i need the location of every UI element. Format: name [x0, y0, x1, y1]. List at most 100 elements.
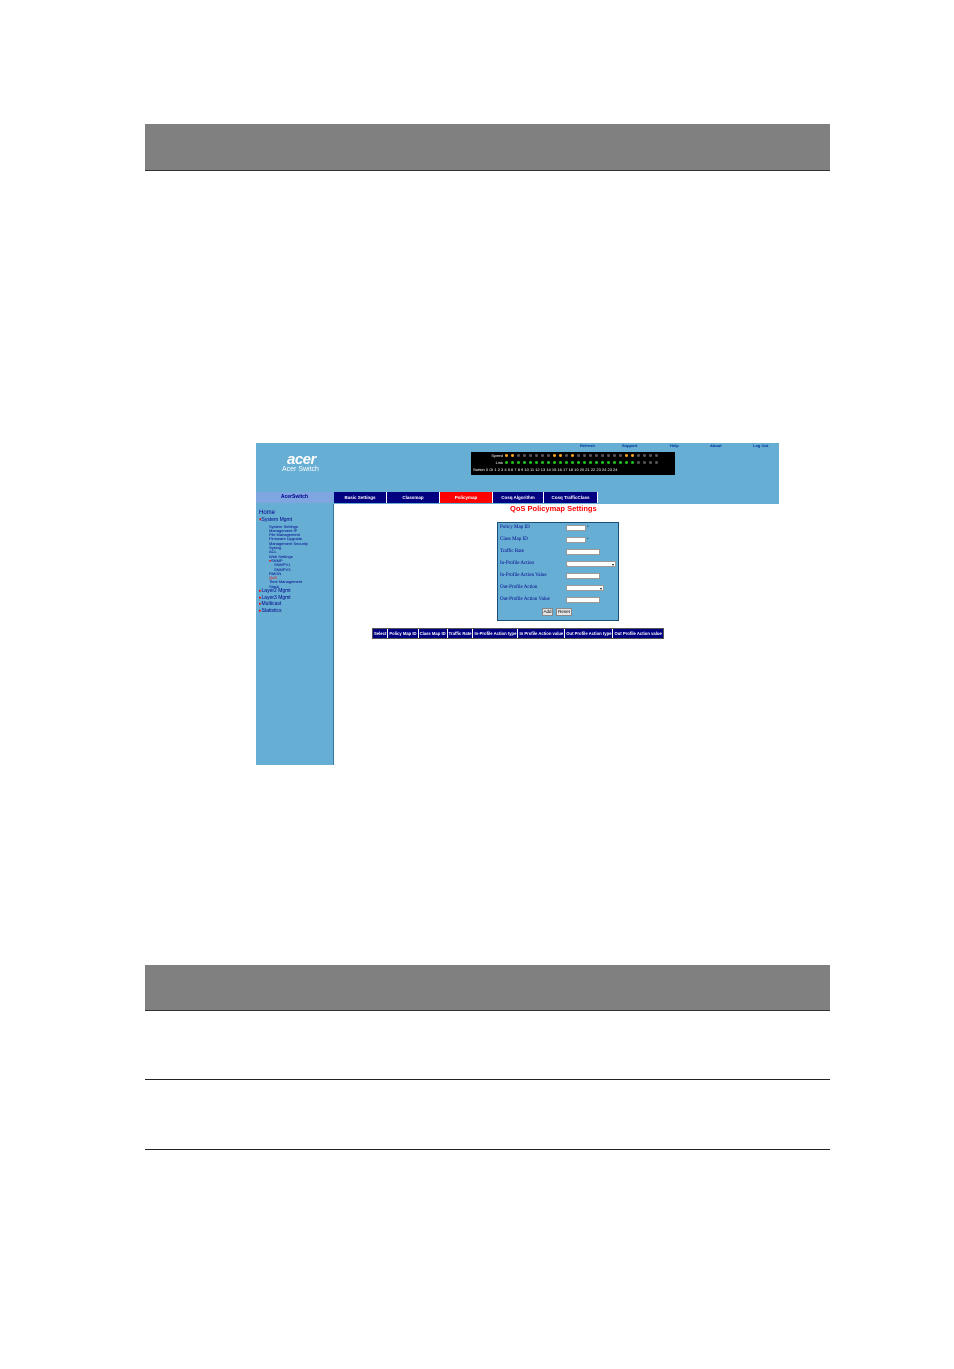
link-led: [523, 461, 526, 465]
speed-led: [589, 454, 592, 458]
column-header: In Profile Action value: [519, 629, 566, 638]
speed-led: [559, 454, 562, 458]
speed-led: [505, 454, 508, 458]
link-led: [565, 461, 568, 465]
in-profile-action-value-input[interactable]: [566, 573, 600, 579]
table-divider: [145, 1079, 830, 1080]
link-led: [517, 461, 520, 465]
tab-classmap[interactable]: Classmap: [387, 492, 440, 503]
port-numbers: 1 2 3 4 5 6 7 8 9 10 11 12 13 14 15 16 1…: [494, 467, 618, 472]
speed-led: [553, 454, 556, 458]
out-profile-action-value-input[interactable]: [566, 597, 600, 603]
link-led: [559, 461, 562, 465]
speed-led: [571, 454, 574, 458]
column-header: Select: [374, 629, 389, 638]
speed-leds: [505, 453, 661, 458]
speed-led: [643, 454, 646, 458]
in-profile-action-value-label: In-Profile Action Value: [500, 573, 547, 578]
sidebar-item-system-mgmt[interactable]: ▾System Mgmt: [259, 517, 292, 523]
speed-led: [637, 454, 640, 458]
link-led: [643, 461, 646, 465]
speed-led: [595, 454, 598, 458]
out-profile-action-value-label: Out-Profile Action Value: [500, 597, 550, 602]
link-led: [505, 461, 508, 465]
link-label: Link: [495, 460, 503, 465]
speed-led: [583, 454, 586, 458]
link-led: [553, 461, 556, 465]
speed-led: [631, 454, 634, 458]
speed-led: [625, 454, 628, 458]
speed-led: [523, 454, 526, 458]
column-header: Out Profile Action type: [566, 629, 614, 638]
policymap-form: Policy Map ID * Class Map ID * Traffic R…: [497, 522, 619, 621]
sidebar-item-layer2-mgmt[interactable]: ▸Layer2 Mgmt: [259, 588, 291, 594]
link-led: [619, 461, 622, 465]
help-link[interactable]: Help: [670, 443, 679, 451]
policy-map-id-input[interactable]: [566, 525, 586, 531]
speed-led: [565, 454, 568, 458]
link-led: [529, 461, 532, 465]
in-profile-action-value: -: [567, 562, 569, 567]
tab-cosq-algorithm[interactable]: Cosq Algorithm: [493, 492, 544, 503]
table-bottom-rule: [145, 1149, 830, 1150]
tab-policymap[interactable]: Policymap: [440, 492, 493, 503]
tab-basic-settings[interactable]: Basic Settings: [334, 492, 387, 503]
column-header: Policy Map ID: [389, 629, 419, 638]
out-profile-action-select[interactable]: ▾: [566, 585, 604, 591]
port-status-panel: Speed Link Switch 0 Gi 1 2 3 4 5 6 7 8 9…: [471, 452, 675, 475]
dropdown-arrow-icon: ▾: [611, 562, 614, 567]
about-link[interactable]: About: [710, 443, 722, 451]
in-profile-action-label: In-Profile Action: [500, 561, 535, 566]
link-led: [541, 461, 544, 465]
link-led: [613, 461, 616, 465]
reset-button[interactable]: Reset: [556, 608, 572, 616]
app-subtitle: Acer Switch: [282, 466, 319, 473]
add-button[interactable]: Add: [542, 608, 553, 616]
required-marker: *: [587, 524, 589, 529]
link-led: [589, 461, 592, 465]
speed-led: [547, 454, 550, 458]
speed-led: [541, 454, 544, 458]
logout-link[interactable]: Log Out: [753, 443, 768, 451]
in-profile-action-select[interactable]: - ▾: [566, 561, 616, 567]
policymap-screenshot: acer Acer Switch Refresh Support Help Ab…: [256, 443, 779, 765]
link-led: [595, 461, 598, 465]
refresh-link[interactable]: Refresh: [580, 443, 595, 451]
link-led: [607, 461, 610, 465]
link-led: [577, 461, 580, 465]
link-led: [655, 461, 658, 465]
tab-cosq-trafficclass[interactable]: Cosq TrafficClass: [544, 492, 598, 503]
policy-map-id-label: Policy Map ID: [500, 525, 530, 530]
sidebar-item-multicast[interactable]: ▸Multicast: [259, 601, 281, 607]
link-leds: [505, 460, 661, 465]
link-led: [631, 461, 634, 465]
link-led: [511, 461, 514, 465]
speed-led: [655, 454, 658, 458]
column-header: Out Profile Action value: [614, 631, 662, 636]
speed-led: [577, 454, 580, 458]
speed-led: [649, 454, 652, 458]
column-header: Traffic Rate: [448, 629, 474, 638]
link-led: [535, 461, 538, 465]
policymap-table-header: Select Policy Map ID Class Map ID Traffic R…: [372, 628, 664, 639]
column-header: Class Map ID: [419, 629, 448, 638]
link-led: [649, 461, 652, 465]
traffic-rate-input[interactable]: [566, 549, 600, 555]
link-led: [637, 461, 640, 465]
dropdown-arrow-icon: ▾: [599, 586, 602, 591]
sidebar-item-layer3-mgmt[interactable]: ▸Layer3 Mgmt: [259, 595, 291, 601]
sidebar-item-home[interactable]: Home: [259, 510, 275, 516]
speed-led: [613, 454, 616, 458]
link-led: [571, 461, 574, 465]
required-marker: *: [587, 536, 589, 541]
speed-led: [529, 454, 532, 458]
speed-led: [601, 454, 604, 458]
link-led: [583, 461, 586, 465]
sidebar-item-statistics[interactable]: ▸Statistics: [259, 608, 282, 614]
speed-label: Speed: [491, 453, 503, 458]
switch-label: Switch 0 Gi: [473, 467, 494, 472]
speed-led: [517, 454, 520, 458]
speed-led: [535, 454, 538, 458]
support-link[interactable]: Support: [622, 443, 637, 451]
class-map-id-input[interactable]: [566, 537, 586, 543]
